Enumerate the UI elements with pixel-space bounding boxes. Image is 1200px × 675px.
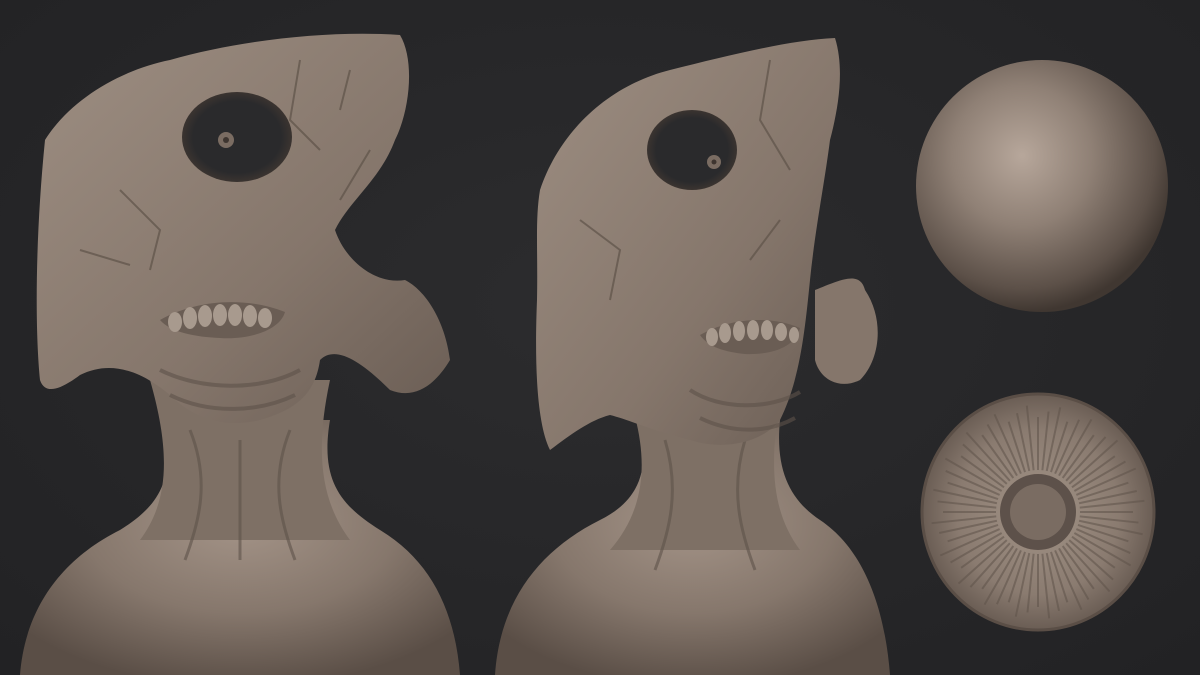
render-svg [20,33,1168,675]
creature-bust-front [20,33,460,675]
sculpt-render-canvas [0,0,1200,675]
creature-bust-three-quarter [495,38,890,675]
material-sphere [916,60,1168,312]
eye-iris-disc [920,392,1156,632]
